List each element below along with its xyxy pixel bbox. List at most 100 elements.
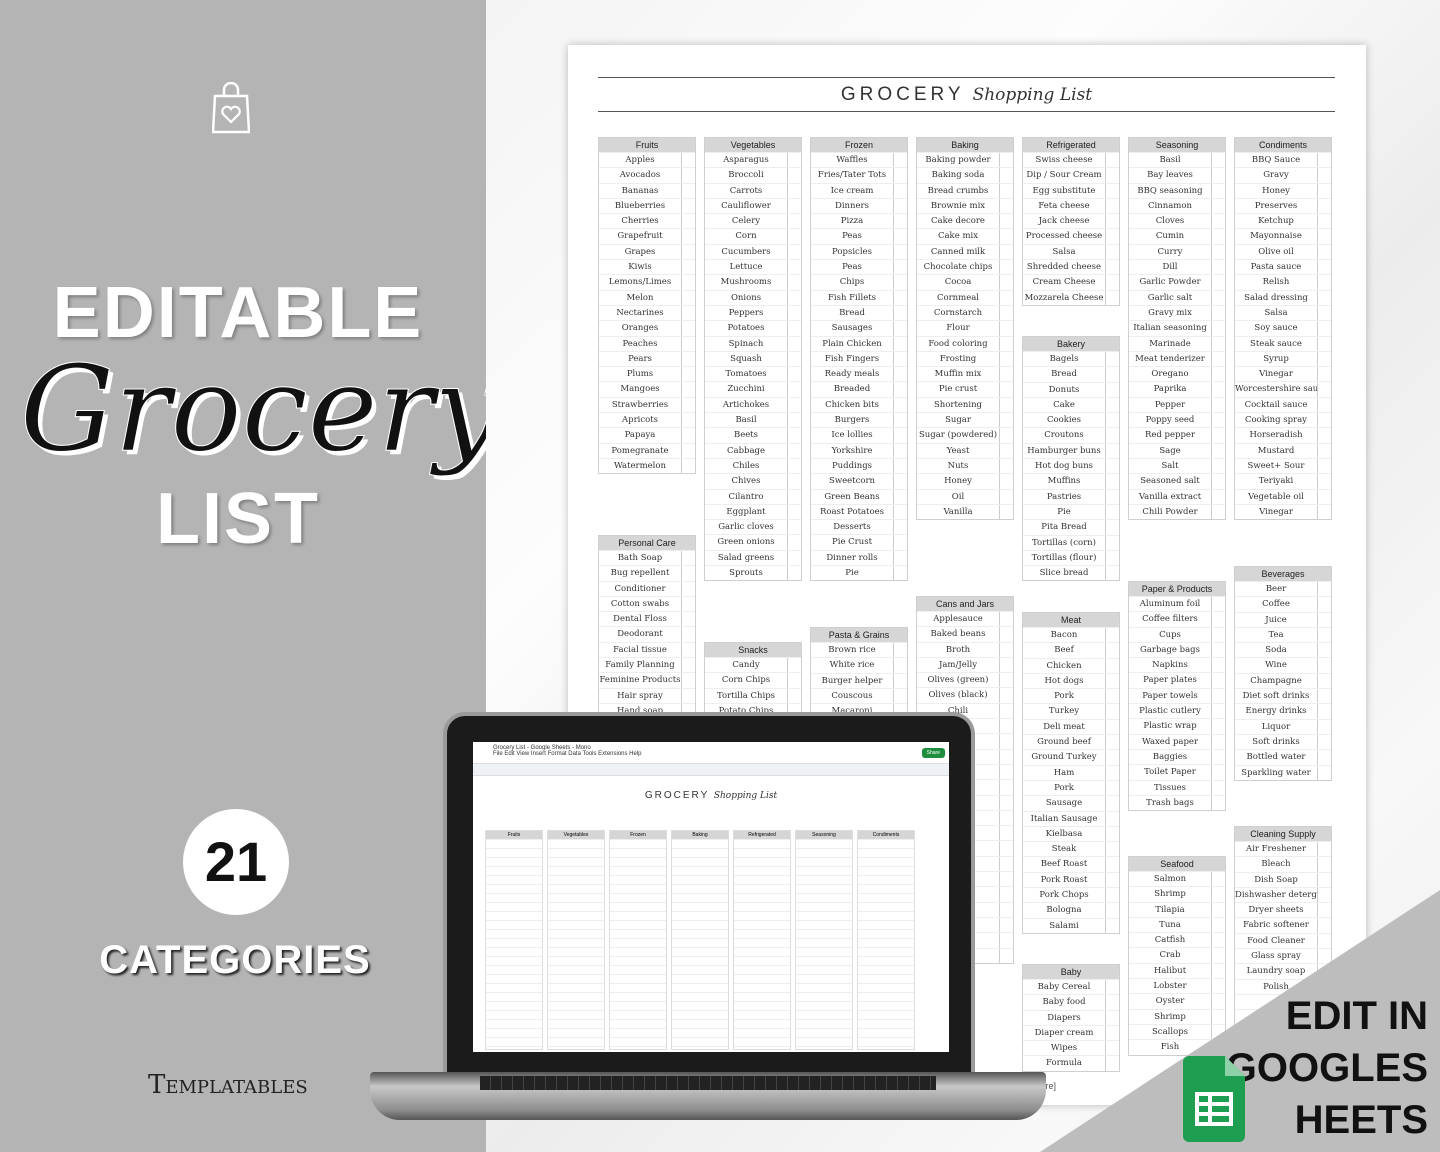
item-checkbox[interactable] xyxy=(1211,612,1225,627)
item-checkbox[interactable] xyxy=(893,520,907,535)
item-checkbox[interactable] xyxy=(999,872,1013,887)
item-checkbox[interactable] xyxy=(1105,628,1119,643)
item-checkbox[interactable] xyxy=(787,214,801,229)
item-checkbox[interactable] xyxy=(1105,903,1119,918)
item-checkbox[interactable] xyxy=(1317,290,1331,305)
item-checkbox[interactable] xyxy=(893,183,907,198)
item-checkbox[interactable] xyxy=(681,183,695,198)
item-checkbox[interactable] xyxy=(1211,458,1225,474)
item-checkbox[interactable] xyxy=(893,153,907,168)
item-checkbox[interactable] xyxy=(1211,260,1225,275)
item-checkbox[interactable] xyxy=(999,183,1013,198)
item-checkbox[interactable] xyxy=(999,229,1013,244)
item-checkbox[interactable] xyxy=(787,244,801,260)
item-checkbox[interactable] xyxy=(1211,305,1225,321)
item-checkbox[interactable] xyxy=(1211,917,1225,933)
item-checkbox[interactable] xyxy=(999,260,1013,275)
item-checkbox[interactable] xyxy=(999,703,1013,719)
item-checkbox[interactable] xyxy=(893,443,907,458)
item-checkbox[interactable] xyxy=(1317,719,1331,734)
item-checkbox[interactable] xyxy=(1211,734,1225,749)
item-checkbox[interactable] xyxy=(1105,382,1119,397)
item-checkbox[interactable] xyxy=(999,214,1013,229)
item-checkbox[interactable] xyxy=(1317,643,1331,658)
item-checkbox[interactable] xyxy=(1317,750,1331,765)
item-checkbox[interactable] xyxy=(893,673,907,688)
item-checkbox[interactable] xyxy=(1317,244,1331,260)
item-checkbox[interactable] xyxy=(893,367,907,382)
item-checkbox[interactable] xyxy=(1211,902,1225,917)
item-checkbox[interactable] xyxy=(999,336,1013,351)
item-checkbox[interactable] xyxy=(1211,474,1225,489)
item-checkbox[interactable] xyxy=(999,413,1013,428)
item-checkbox[interactable] xyxy=(1317,275,1331,290)
item-checkbox[interactable] xyxy=(999,627,1013,642)
item-checkbox[interactable] xyxy=(787,550,801,566)
item-checkbox[interactable] xyxy=(1211,979,1225,994)
item-checkbox[interactable] xyxy=(681,397,695,413)
item-checkbox[interactable] xyxy=(1105,367,1119,382)
item-checkbox[interactable] xyxy=(681,244,695,260)
item-checkbox[interactable] xyxy=(999,367,1013,382)
item-checkbox[interactable] xyxy=(893,321,907,336)
item-checkbox[interactable] xyxy=(893,305,907,321)
item-checkbox[interactable] xyxy=(1317,704,1331,719)
item-checkbox[interactable] xyxy=(1211,658,1225,673)
item-checkbox[interactable] xyxy=(999,504,1013,520)
item-checkbox[interactable] xyxy=(1105,183,1119,198)
item-checkbox[interactable] xyxy=(681,413,695,428)
item-checkbox[interactable] xyxy=(999,734,1013,749)
item-checkbox[interactable] xyxy=(1211,351,1225,367)
item-checkbox[interactable] xyxy=(1317,198,1331,214)
item-checkbox[interactable] xyxy=(999,948,1013,963)
item-checkbox[interactable] xyxy=(999,887,1013,902)
item-checkbox[interactable] xyxy=(999,764,1013,780)
item-checkbox[interactable] xyxy=(999,458,1013,474)
item-checkbox[interactable] xyxy=(999,428,1013,443)
item-checkbox[interactable] xyxy=(1317,443,1331,458)
item-checkbox[interactable] xyxy=(1211,336,1225,351)
item-checkbox[interactable] xyxy=(999,474,1013,489)
item-checkbox[interactable] xyxy=(1105,489,1119,504)
item-checkbox[interactable] xyxy=(1211,597,1225,612)
item-checkbox[interactable] xyxy=(1211,704,1225,719)
item-checkbox[interactable] xyxy=(893,214,907,229)
item-checkbox[interactable] xyxy=(787,688,801,703)
item-checkbox[interactable] xyxy=(1105,735,1119,750)
item-checkbox[interactable] xyxy=(1211,963,1225,979)
item-checkbox[interactable] xyxy=(893,643,907,658)
item-checkbox[interactable] xyxy=(1105,673,1119,689)
item-checkbox[interactable] xyxy=(787,458,801,474)
item-checkbox[interactable] xyxy=(999,780,1013,795)
item-checkbox[interactable] xyxy=(1105,153,1119,168)
item-checkbox[interactable] xyxy=(1317,734,1331,750)
item-checkbox[interactable] xyxy=(999,902,1013,917)
item-checkbox[interactable] xyxy=(681,153,695,168)
item-checkbox[interactable] xyxy=(787,443,801,458)
item-checkbox[interactable] xyxy=(999,321,1013,336)
item-checkbox[interactable] xyxy=(787,168,801,183)
item-checkbox[interactable] xyxy=(893,336,907,351)
item-checkbox[interactable] xyxy=(1317,260,1331,275)
item-checkbox[interactable] xyxy=(1211,719,1225,734)
item-checkbox[interactable] xyxy=(681,367,695,382)
item-checkbox[interactable] xyxy=(1105,229,1119,244)
item-checkbox[interactable] xyxy=(787,658,801,673)
item-checkbox[interactable] xyxy=(999,612,1013,627)
item-checkbox[interactable] xyxy=(1211,795,1225,811)
item-checkbox[interactable] xyxy=(1105,780,1119,796)
item-checkbox[interactable] xyxy=(681,305,695,321)
item-checkbox[interactable] xyxy=(1317,765,1331,780)
item-checkbox[interactable] xyxy=(893,535,907,550)
item-checkbox[interactable] xyxy=(1317,872,1331,887)
item-checkbox[interactable] xyxy=(893,260,907,275)
item-checkbox[interactable] xyxy=(681,443,695,458)
item-checkbox[interactable] xyxy=(1317,413,1331,428)
item-checkbox[interactable] xyxy=(681,688,695,703)
item-checkbox[interactable] xyxy=(1211,443,1225,458)
item-checkbox[interactable] xyxy=(999,382,1013,397)
item-checkbox[interactable] xyxy=(1317,627,1331,643)
item-checkbox[interactable] xyxy=(681,627,695,642)
item-checkbox[interactable] xyxy=(999,642,1013,657)
item-checkbox[interactable] xyxy=(1317,612,1331,627)
